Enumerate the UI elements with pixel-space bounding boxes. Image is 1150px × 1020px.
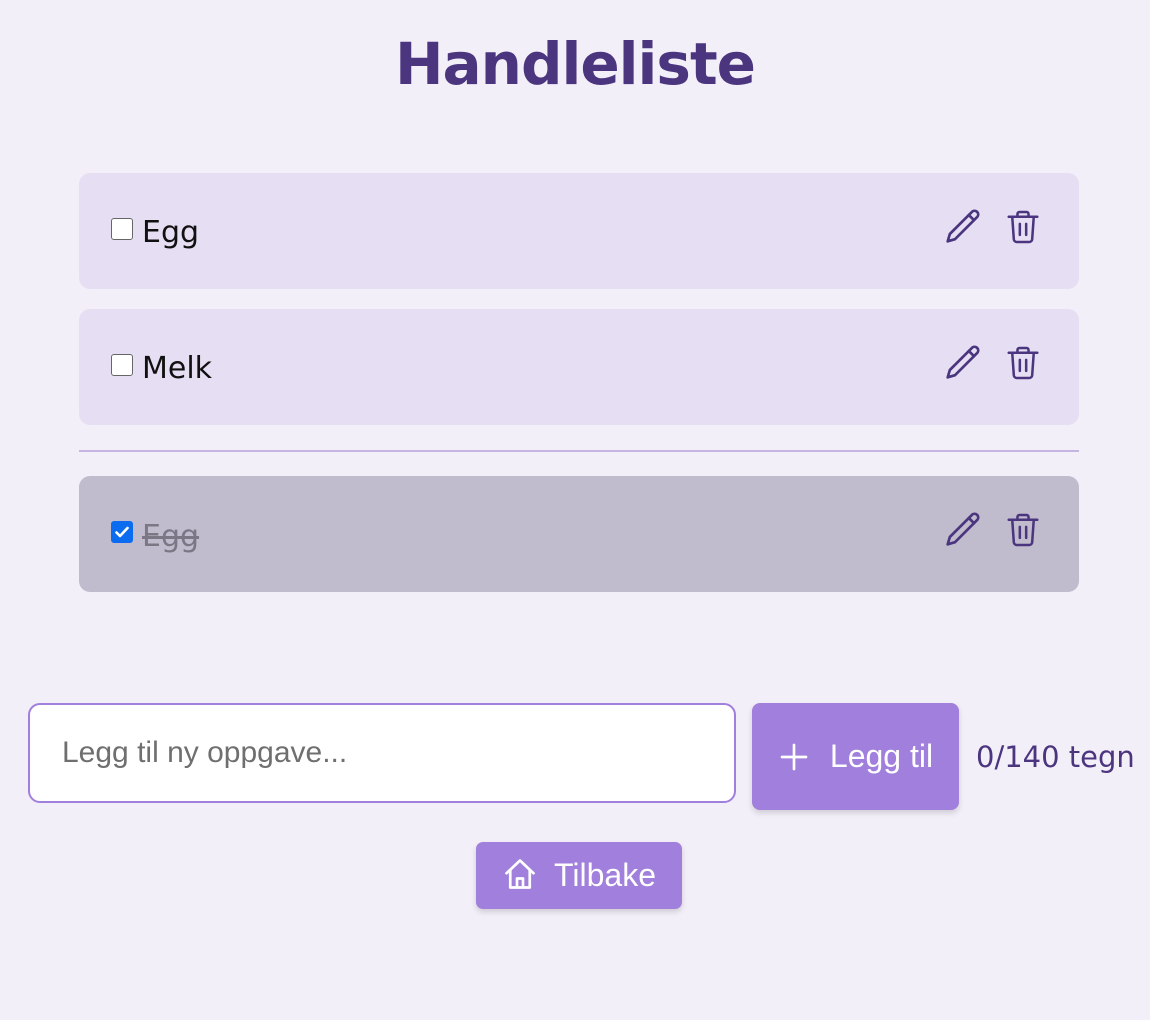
page-title: Handleliste bbox=[394, 30, 756, 98]
item-label: Egg bbox=[142, 214, 200, 250]
delete-button[interactable] bbox=[1003, 207, 1043, 249]
item-checkbox-checked[interactable] bbox=[111, 521, 133, 543]
add-button-label: Legg til bbox=[829, 738, 934, 774]
back-button[interactable]: Tilbake bbox=[476, 842, 682, 909]
item-label: Egg bbox=[142, 518, 200, 554]
item-actions bbox=[943, 207, 1043, 249]
shopping-list: Egg Melk Egg bbox=[79, 173, 1079, 592]
delete-button[interactable] bbox=[1003, 343, 1043, 385]
item-actions bbox=[943, 510, 1043, 552]
plus-icon bbox=[778, 741, 810, 773]
pencil-icon bbox=[946, 209, 980, 243]
pencil-icon bbox=[946, 512, 980, 546]
item-checkbox[interactable] bbox=[111, 218, 133, 240]
item-actions bbox=[943, 343, 1043, 385]
item-label: Melk bbox=[142, 350, 213, 386]
trash-icon bbox=[1007, 513, 1039, 547]
edit-button[interactable] bbox=[943, 207, 983, 249]
list-divider bbox=[79, 450, 1079, 452]
home-icon bbox=[502, 856, 538, 892]
item-checkbox[interactable] bbox=[111, 354, 133, 376]
character-counter: 0/140 tegn bbox=[976, 740, 1135, 774]
pencil-icon bbox=[946, 345, 980, 379]
trash-icon bbox=[1007, 210, 1039, 244]
list-item: Melk bbox=[79, 309, 1079, 425]
completed-list-item: Egg bbox=[79, 476, 1079, 592]
edit-button[interactable] bbox=[943, 343, 983, 385]
new-task-input[interactable] bbox=[28, 703, 736, 803]
trash-icon bbox=[1007, 346, 1039, 380]
add-button[interactable]: Legg til bbox=[752, 703, 959, 810]
edit-button[interactable] bbox=[943, 510, 983, 552]
checkmark-icon bbox=[115, 526, 129, 538]
back-button-label: Tilbake bbox=[554, 857, 656, 893]
delete-button[interactable] bbox=[1003, 510, 1043, 552]
list-item: Egg bbox=[79, 173, 1079, 289]
